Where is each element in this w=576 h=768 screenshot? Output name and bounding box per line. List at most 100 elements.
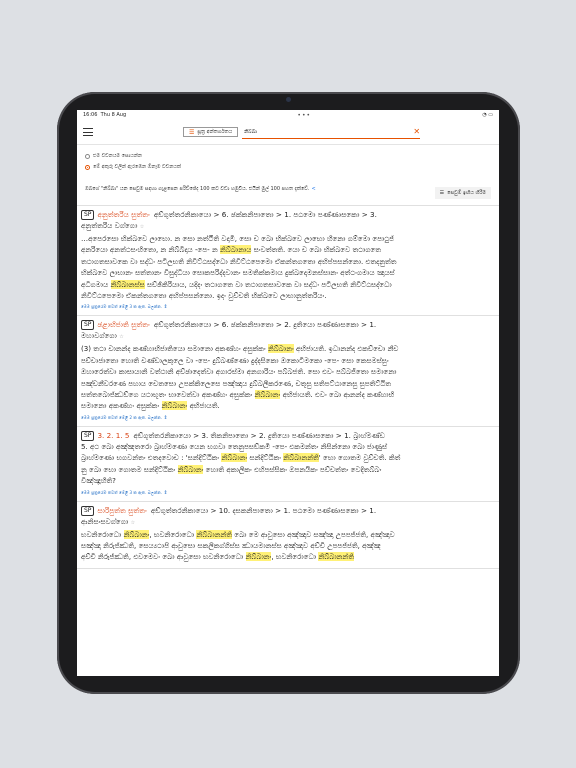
result-text-line: අධිගමාය නිබ්බානස්ස සච්ඡිකිරියාය, යදිදං ත… [81,279,495,290]
result-path: අඞ්ගුත්තරනිකායො > 10. දසකනිපාතො > 1. පඨම… [150,505,377,515]
app-screen: 16:06 Thu 8 Aug ••• ◔ ▭ ☰ සූත්‍ර අන්තර්ග… [77,110,499,676]
chevron-updown-icon: ⇕ [163,489,168,496]
result-title[interactable]: සාරිපුත්ත සුත්තං [97,506,146,515]
option-label: මේ අකුරු වලින් ඇරඹෙන ඕනෑම වචනයක් [93,164,181,170]
result-text-line: බ්‍රාහ්මණො භගවන්තං එතදවොච : 'සන්දිට්ඨිකං… [81,452,495,463]
result-text-line: නිවිට්ඨපෙමො ඒකන්තගතො අභිප්පසන්නො. ඉදං වු… [81,290,495,301]
result-item[interactable]: SP සාරිපුත්ත සුත්තං අඞ්ගුත්තරනිකායො > 10. … [77,502,499,569]
result-header: SP ඡළාභිජාති සුත්තං අඞ්ගුත්තරනිකායො > 6. ඡ… [81,319,495,331]
status-bar: 16:06 Thu 8 Aug ••• ◔ ▭ [77,110,499,120]
text-segment: අනරියො අනත්ථසංහිතො, න නිබ්බිදාය -පෙ- න [81,245,220,255]
more-matches-link[interactable]: මෙම සූත්‍රයේම තවත් මේළී 3 ක ඇත. බලන්න. ⇕ [81,490,495,496]
result-text-line: ඔහාරෙත්වා කාසායානි වත්ථානි අච්ඡාදෙත්වා අ… [81,366,495,377]
result-text-line: පච්චාජාතො හොති චණ්ඩාලකුලෙ වා -පෙ- දුබ්බණ… [81,355,495,366]
sp-badge: SP [81,210,95,220]
text-segment: සමානො අකණ්හං අසුක්කං [81,401,162,411]
result-title[interactable]: අනුත්තරිය සුත්තං [97,210,149,219]
result-text-line: 5. අථ ඛො අඤ්ඤතරො බ්‍රාහ්මණො යෙන භගවා තෙන… [81,441,495,452]
result-chapter: ආනිසංසවග්ගො ☆ [81,516,136,526]
result-item[interactable]: SP ඡළාභිජාති සුත්තං අඞ්ගුත්තරනිකායො > 6. ඡ… [77,316,499,427]
text-segment: හොති අකාලිකං එහිපස්සිකං ඔපනයිකං පච්චත්තං… [203,464,382,474]
radio-icon[interactable] [85,153,90,159]
menu-icon[interactable] [83,128,93,136]
radio-selected-icon[interactable] [85,164,90,170]
text-segment: බ්‍රාහ්මණො භගවන්තං එතදවොච : 'සන්දිට්ඨිකං [81,453,222,463]
result-title[interactable]: 3. 2. 1. 5 [97,431,129,440]
text-segment: භික්ඛවෙ ලාභානං සත්තානං විසුද්ධියා සොකපරි… [81,268,395,278]
result-text-line: …අපෙරසො භික්ඛවෙ ලාභො. න සො නත්ථීති වදාමි… [81,233,495,244]
text-segment: සච්ඡිකිරියාය, යදිදං තථාගතෙ වා තථාගතසාවකෙ… [144,279,392,289]
text-segment: අධිගමාය [81,279,111,289]
search-input[interactable] [242,128,414,135]
text-segment: තථාගතසාවකෙ වා සද්ධං පටිලභති නිවිට්ඨසද්ධො… [81,256,397,266]
contents-label: සූත්‍ර අන්තර්ගතය [197,129,233,135]
result-path: අඞ්ගුත්තරනිකායො > 6. ඡක්කනිපාතො > 1. පඨම… [153,210,377,219]
result-item[interactable]: SP 3. 2. 1. 5 අඞ්ගුත්තරනිකායො > 3. තිකනිපා… [77,427,499,502]
highlighted-match: නිබ්බානස්ස [110,279,145,289]
result-text-line: (3) තථා චානන්ද කණ්හාභිජාතියො සමානො අකණ්හ… [81,343,495,354]
clear-icon[interactable]: ✕ [413,127,420,136]
top-toolbar: ☰ සූත්‍ර අන්තර්ගතය ✕ [77,120,499,145]
sp-badge: SP [81,320,95,331]
chevron-updown-icon: ⇕ [163,414,168,421]
text-segment: පච්චාජාතො හොති චණ්ඩාලකුලෙ වා -පෙ- දුබ්බණ… [81,355,389,365]
result-text-line: විඤ්ඤූහීති? [81,475,495,486]
highlighted-match: නිබ්බානං [267,344,294,354]
text-segment: අභිජායති. එවං ඛො ආනන්ද කණ්හාභි [280,390,395,400]
sp-badge: SP [81,430,95,441]
result-item[interactable]: SP අනුත්තරිය සුත්තං අඞ්ගුත්තරනිකායො > 6. ඡ… [77,206,499,317]
text-segment: සංවත්තති. යො ච ඛො භික්ඛවෙ තථාගතෙ [251,245,382,255]
option-prefix-word[interactable]: මේ අකුරු වලින් ඇරඹෙන ඕනෑම වචනයක් [85,164,491,170]
result-path: අඞ්ගුත්තරනිකායො > 6. ඡක්කනිපාතො > 2. දුත… [153,320,377,330]
text-segment: අභිජායති. ඉධානන්ද එකච්චො නීච [293,344,399,354]
result-header: SP අනුත්තරිය සුත්තං අඞ්ගුත්තරනිකායො > 6. ඡ… [81,209,495,220]
status-time: 16:06 Thu 8 Aug [83,112,127,118]
more-matches-link[interactable]: මෙම සූත්‍රයේම තවත් මේළී 3 ක ඇත. බලන්න. ⇕ [81,304,495,310]
highlighted-match: නිබ්බානං [221,453,248,463]
multitask-dots[interactable]: ••• [297,112,311,119]
contents-button[interactable]: ☰ සූත්‍ර අන්තර්ගතය [183,127,239,137]
result-path: අඞ්ගුත්තරනිකායො > 3. තිකනිපාතො > 2. දුති… [133,430,385,440]
text-segment: අභිජායති. [187,401,220,411]
text-segment: …අපෙරසො භික්ඛවෙ ලාභො. න සො නත්ථීති වදාමි… [81,234,394,243]
results-info: ඔබගේ "නිබ්බා" යන සෙවුම සඳහා ගැළපෙන පරිච්… [77,177,499,205]
highlighted-match: නිබ්බානං [245,552,272,562]
result-text-line: සමානො අකණ්හං අසුක්කං නිබ්බානං අභිජායති. [81,400,495,411]
results-count-text: ඔබගේ "නිබ්බා" යන සෙවුම සඳහා ගැළපෙන පරිච්… [85,186,316,192]
option-exact-word[interactable]: එම වචනයම සොයන්න [85,153,491,159]
result-text-line: භවනිරොධො නිබ්බානං, භවනිරොධො නිබ්බානන්ති … [81,529,495,540]
highlighted-match: නිබ්බානාය [220,245,252,255]
result-text-line: සත්තබොජ්ඣඞ්ගෙ යථාභූතං භාවෙත්වා අකණ්හං අස… [81,389,495,400]
filter-icon: ☰ [439,190,445,196]
sp-badge: SP [81,505,95,516]
highlighted-match: නිබ්බානං [254,390,281,400]
star-icon[interactable]: ☆ [140,224,144,230]
text-segment: පඤ්චනීවරණෙ පහාය චෙතසො උපක්කිලෙසෙ පඤ්ඤාය … [81,378,391,388]
list-icon: ☰ [189,128,195,136]
text-segment: සත්තබොජ්ඣඞ්ගෙ යථාභූතං භාවෙත්වා අකණ්හං අස… [81,390,255,400]
camera-icon [286,97,291,102]
highlighted-match: නිබ්බානං [177,464,204,474]
result-header: SP 3. 2. 1. 5 අඞ්ගුත්තරනිකායො > 3. තිකනිපා… [81,430,495,441]
star-icon[interactable]: ☆ [119,334,123,340]
search-field[interactable]: ✕ [242,126,421,139]
search-options: එම වචනයම සොයන්න මේ අකුරු වලින් ඇරඹෙන ඕනෑ… [77,145,499,177]
share-icon[interactable]: < [311,186,315,192]
result-chapter: අනුත්තරිය වග්ගො ☆ [81,221,145,230]
result-text-line: සඤ්ඤා නිරුජ්ඣති, සෙය්‍යථාපි ආවුසො සකලිකග… [81,540,495,551]
result-text-line: නු ඛො භො ගොතම සන්දිට්ඨිකං නිබ්බානං හොති … [81,464,495,475]
text-segment: ඛො මෙ ආවුසො අඤ්ඤාව සඤ්ඤා උපපජ්ජති, අඤ්ඤා… [232,529,395,539]
more-matches-link[interactable]: මෙම සූත්‍රයේම තවත් මේළී 2 ක ඇත. බලන්න. ⇕ [81,415,495,421]
search-tips-button[interactable]: ☰ සෙවුම් ඉඟිය හීරීම [434,187,491,199]
text-segment: අච්චි නිරුජ්ඣති, එවමෙවං ඛො ආවුසො භවනිරොධ… [81,552,246,562]
text-segment: , භවනිරොධො [271,552,319,562]
result-title[interactable]: ඡළාභිජාති සුත්තං [97,320,149,329]
text-segment: ' භො ගොතම වුච්චති. කිත් [318,453,401,463]
star-icon[interactable]: ☆ [131,520,135,526]
text-segment: (3) තථා චානන්ද කණ්හාභිජාතියො සමානො අකණ්හ… [81,344,268,354]
text-segment: ඔහාරෙත්වා කාසායානි වත්ථානි අච්ඡාදෙත්වා අ… [81,367,397,377]
highlighted-match: නිබ්බානං [161,401,188,411]
result-text-line: පඤ්චනීවරණෙ පහාය චෙතසො උපක්කිලෙසෙ පඤ්ඤාය … [81,378,495,389]
text-segment: , භවනිරොධො [149,529,197,539]
result-text-line: භික්ඛවෙ ලාභානං සත්තානං විසුද්ධියා සොකපරි… [81,267,495,278]
